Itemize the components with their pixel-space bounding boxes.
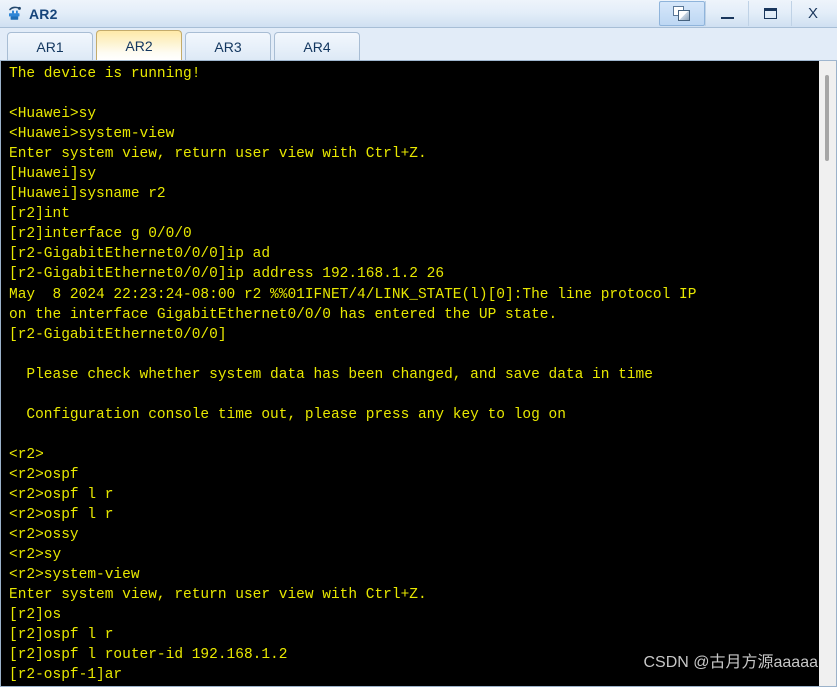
close-icon: X [807,5,818,22]
terminal-line: Configuration console time out, please p… [9,406,566,423]
terminal-line: [Huawei]sy [9,166,97,183]
terminal-line: on the interface GigabitEthernet0/0/0 ha… [9,306,558,323]
terminal-line: Enter system view, return user view with… [9,146,427,163]
maximize-icon [763,8,777,19]
terminal-line: <r2>system-view [9,567,140,584]
terminal-line: [Huawei]sysname r2 [9,186,166,203]
terminal-line: [r2-ospf-1]ar [9,667,123,684]
terminal-line: <r2>ospf l r [9,486,114,503]
terminal-line: <Huawei>sy [9,106,97,123]
terminal-line: <r2>sy [9,547,62,564]
terminal-line: [r2]os [9,607,62,624]
close-button[interactable]: X [791,1,834,26]
tab-ar2[interactable]: AR2 [96,30,182,60]
terminal-line: [r2-GigabitEthernet0/0/0] [9,326,227,343]
tab-ar3[interactable]: AR3 [185,32,271,60]
restore-panes-button[interactable] [659,1,705,26]
tab-label: AR3 [214,38,242,55]
terminal-line: [r2-GigabitEthernet0/0/0]ip ad [9,246,271,263]
scrollbar-thumb[interactable] [825,75,829,161]
terminal-line: The device is running! [9,66,201,82]
terminal-frame: The device is running! <Huawei>sy <Huawei… [0,61,837,687]
terminal-line: [r2]ospf l router-id 192.168.1.2 [9,647,288,664]
terminal-line: [r2]int [9,206,70,223]
emulator-device-window: AR2 X AR1 AR2 AR3 AR4 The device is runn… [0,0,837,687]
tab-label: AR1 [36,38,64,55]
restore-panes-icon [673,5,691,22]
terminal-line: Please check whether system data has bee… [9,366,653,383]
terminal-line: <Huawei>system-view [9,126,175,143]
terminal-line: <r2>ossy [9,527,79,544]
terminal-line: [r2]interface g 0/0/0 [9,226,192,243]
minimize-icon [720,16,734,19]
tab-label: AR2 [125,37,153,54]
tab-label: AR4 [303,38,331,55]
tab-ar4[interactable]: AR4 [274,32,360,60]
terminal-line: Enter system view, return user view with… [9,587,427,604]
terminal-line: May 8 2024 22:23:24-08:00 r2 %%01IFNET/4… [9,286,697,303]
tab-ar1[interactable]: AR1 [7,32,93,60]
terminal-line: [r2]ospf l r [9,627,114,644]
window-title: AR2 [29,5,58,22]
terminal-vertical-scrollbar[interactable] [818,61,836,686]
terminal-console[interactable]: The device is running! <Huawei>sy <Huawei… [1,61,818,686]
minimize-button[interactable] [705,1,748,26]
device-tab-strip: AR1 AR2 AR3 AR4 [0,28,837,61]
terminal-line: <r2>ospf [9,466,79,483]
maximize-button[interactable] [748,1,791,26]
terminal-line: [r2-GigabitEthernet0/0/0]ip address 192.… [9,266,445,283]
title-bar: AR2 X [0,0,837,28]
terminal-line: <r2> [9,446,44,463]
terminal-line: <r2>ospf l r [9,507,114,524]
router-device-icon [7,5,25,23]
window-controls: X [659,1,834,26]
